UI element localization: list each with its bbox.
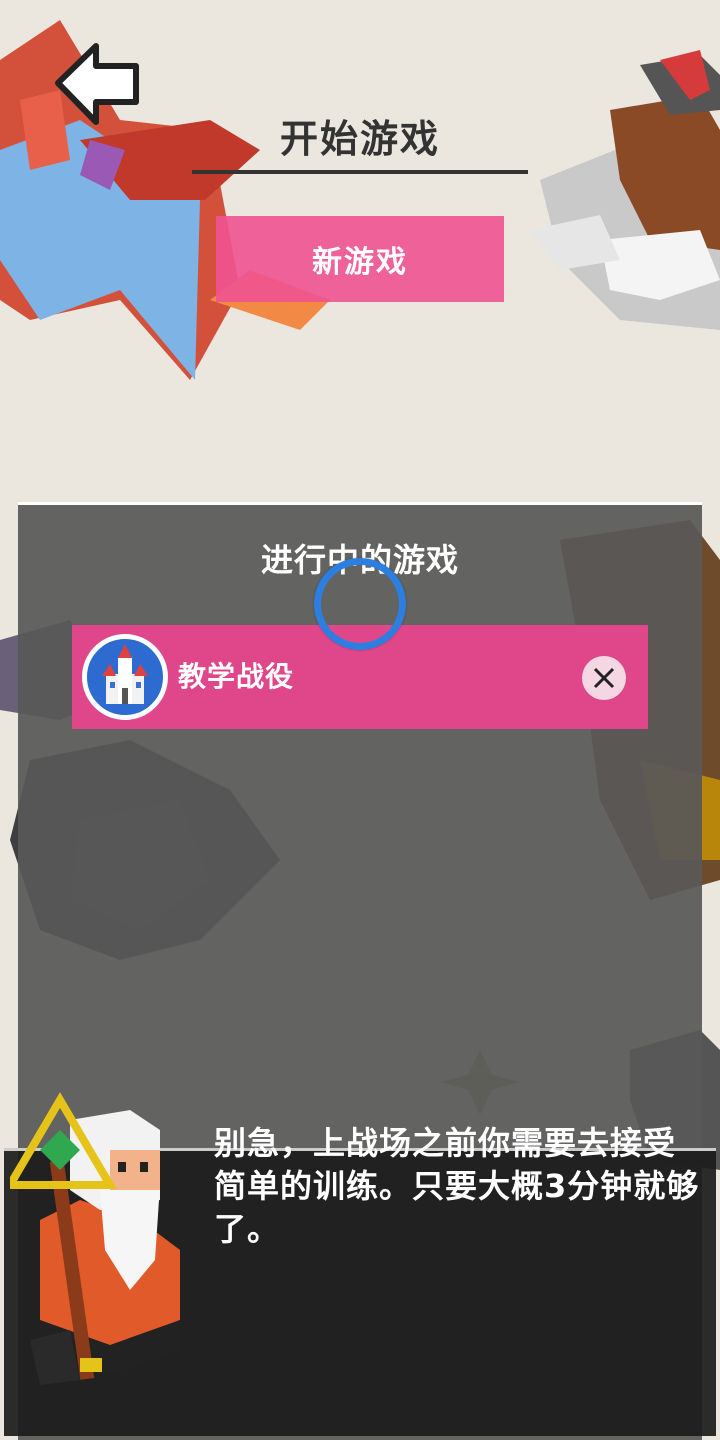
game-row-label: 教学战役 [178, 660, 295, 693]
castle-icon [82, 634, 168, 720]
title-divider [192, 170, 528, 174]
close-icon [593, 667, 615, 689]
wizard-icon [10, 1092, 180, 1385]
new-game-button[interactable]: 新游戏 [216, 216, 504, 302]
dialog-text: 别急，上战场之前你需要去接受简单的训练。只要大概3分钟就够了。 [214, 1124, 700, 1248]
close-game-button[interactable] [582, 656, 626, 700]
page-title: 开始游戏 [279, 117, 440, 161]
loading-ring-icon [314, 558, 406, 650]
back-button[interactable] [50, 40, 142, 126]
arrow-left-icon [55, 43, 139, 125]
